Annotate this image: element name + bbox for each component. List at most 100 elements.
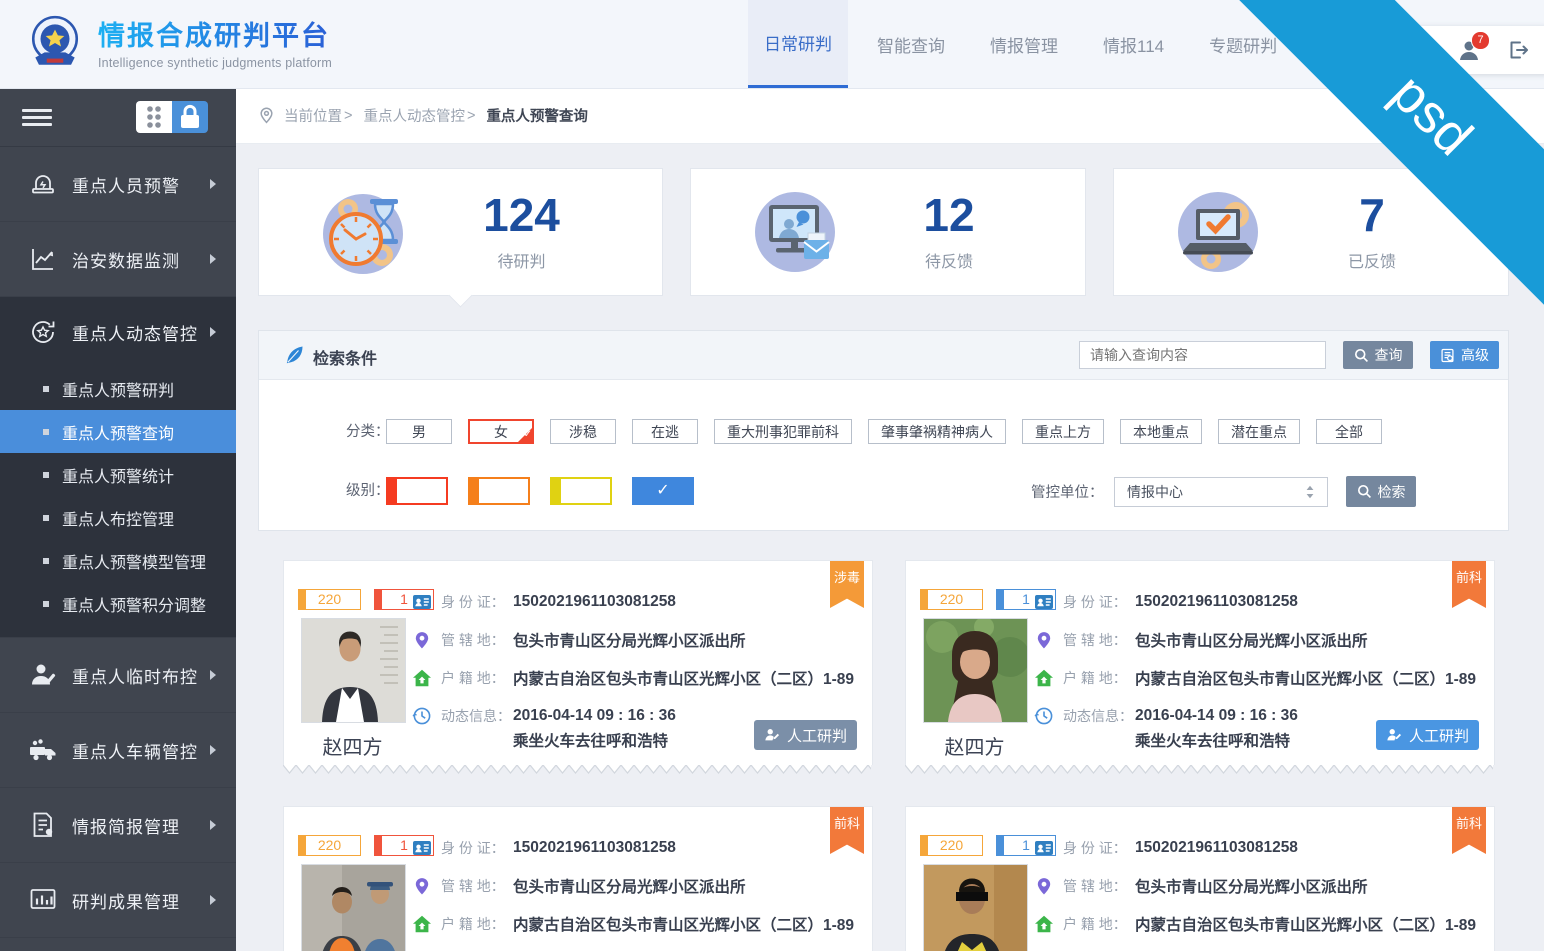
info-row-residence: 户 籍 地：内蒙古自治区包头市青山区光辉小区（二区）1-89 (412, 659, 854, 697)
stat-card-1[interactable]: 12待反馈 (690, 168, 1086, 296)
person-photo[interactable] (923, 618, 1028, 723)
location-pin-icon (258, 107, 275, 124)
manual-judgment-button[interactable]: 人工研判 (754, 720, 857, 750)
filter-title: 检索条件 (313, 345, 377, 369)
category-button-7[interactable]: 本地重点 (1120, 419, 1202, 444)
sidebar-subitem-2-1[interactable]: 重点人预警查询 (0, 410, 236, 453)
category-list: 男女涉稳在逃重大刑事犯罪前科肇事肇祸精神病人重点上方本地重点潜在重点全部 (386, 419, 1398, 444)
stat-label: 待反馈 (925, 248, 973, 272)
chevron-right-icon (210, 254, 216, 264)
category-button-1[interactable]: 女 (468, 419, 534, 444)
person-card-body: 2201赵四方身 份 证：1502021961103081258管 辖 地：包头… (905, 806, 1495, 951)
psd-watermark-label: psd (1379, 62, 1484, 167)
nav-tab-1[interactable]: 日常研判 (748, 0, 848, 88)
menu-toggle-icon[interactable] (22, 105, 52, 130)
home-icon (1034, 668, 1054, 688)
clock-icon (1034, 706, 1054, 726)
sidebar-item-label: 重点人车辆管控 (72, 738, 198, 763)
lock-icon[interactable] (172, 101, 208, 133)
dynamic-detail: 乘坐火车去往呼和浩特 (1135, 729, 1290, 751)
level-checkbox-3[interactable]: ✓ (632, 477, 694, 505)
query-button[interactable]: 查询 (1343, 341, 1413, 369)
chevron-right-icon (210, 670, 216, 680)
sidebar-item-1[interactable]: 治安数据监测 (0, 222, 236, 297)
category-button-0[interactable]: 男 (386, 419, 452, 444)
breadcrumb-parent[interactable]: 重点人动态管控 (363, 105, 465, 126)
field-label: 管 辖 地： (441, 876, 513, 896)
app-subtitle: Intelligence synthetic judgments platfor… (98, 56, 332, 70)
bullet-icon (43, 429, 49, 435)
sidebar-item-0[interactable]: 重点人员预警 (0, 147, 236, 222)
sidebar-item-label: 重点人临时布控 (72, 663, 198, 688)
category-button-5[interactable]: 肇事肇祸精神病人 (868, 419, 1006, 444)
unit-label: 管控单位： (1031, 481, 1104, 502)
sidebar-subitem-label: 重点人布控管理 (62, 506, 174, 530)
stat-label: 已反馈 (1348, 248, 1396, 272)
alarm-icon (28, 169, 58, 199)
sidebar: 重点人员预警治安数据监测重点人动态管控重点人预警研判重点人预警查询重点人预警统计… (0, 88, 236, 951)
nav-tab-3[interactable]: 情报管理 (974, 0, 1074, 88)
stat-value: 124 (483, 192, 560, 238)
grid-dots-icon[interactable] (136, 101, 172, 133)
category-button-4[interactable]: 重大刑事犯罪前科 (714, 419, 852, 444)
level-checkbox-2[interactable] (550, 477, 612, 505)
logout-icon[interactable] (1506, 38, 1530, 62)
dynamic-time: 2016-04-14 09 : 16 : 36 (1135, 707, 1298, 725)
sidebar-subitem-2-5[interactable]: 重点人预警积分调整 (0, 582, 236, 625)
id-card-icon (1034, 838, 1054, 858)
category-button-8[interactable]: 潜在重点 (1218, 419, 1300, 444)
search-button[interactable]: 检索 (1346, 476, 1416, 507)
person-cards: 2201赵四方身 份 证：1502021961103081258管 辖 地：包头… (283, 560, 1495, 951)
field-label: 管 辖 地： (441, 630, 513, 650)
bullet-icon (43, 515, 49, 521)
sidebar-item-5[interactable]: 情报简报管理 (0, 788, 236, 863)
person-photo[interactable] (301, 864, 406, 951)
category-button-9[interactable]: 全部 (1316, 419, 1382, 444)
card-zigzag-edge (283, 765, 871, 774)
category-button-3[interactable]: 在逃 (632, 419, 698, 444)
sidebar-subitem-2-0[interactable]: 重点人预警研判 (0, 367, 236, 410)
person-photo[interactable] (301, 618, 406, 723)
search-input[interactable] (1079, 341, 1326, 369)
sidebar-item-2[interactable]: 重点人动态管控 (0, 297, 236, 367)
sidebar-subitem-2-4[interactable]: 重点人预警模型管理 (0, 539, 236, 582)
level-color-bar (388, 479, 397, 503)
field-label: 管 辖 地： (1063, 876, 1135, 896)
app-root: 情报合成研判平台 Intelligence synthetic judgment… (0, 0, 1544, 951)
residence-value: 内蒙古自治区包头市青山区光辉小区（二区）1-89 (513, 913, 854, 935)
sidebar-subitem-2-2[interactable]: 重点人预警统计 (0, 453, 236, 496)
sidebar-subitem-2-3[interactable]: 重点人布控管理 (0, 496, 236, 539)
user-icon[interactable]: 7 (1457, 38, 1481, 62)
id-number: 1502021961103081258 (513, 839, 676, 857)
sidebar-item-6[interactable]: 研判成果管理 (0, 863, 236, 938)
filter-panel: 检索条件 查询 高级 分类： 男女涉稳在逃重大刑事犯罪前科肇事肇祸精神病人重点上… (258, 330, 1509, 531)
brand: 情报合成研判平台 Intelligence synthetic judgment… (26, 13, 332, 71)
nav-tab-2[interactable]: 智能查询 (861, 0, 961, 88)
category-button-2[interactable]: 涉稳 (550, 419, 616, 444)
sidebar-item-4[interactable]: 重点人车辆管控 (0, 713, 236, 788)
nav-tab-4[interactable]: 情报114 (1087, 0, 1180, 88)
level-checkbox-0[interactable] (386, 477, 448, 505)
info-row-dynamic: 动态信息：2016-04-14 09 : 16 : 36 (1034, 943, 1476, 951)
stat-card-0[interactable]: 124 待研判 (258, 168, 663, 296)
person-card-1: 2201赵四方身 份 证：1502021961103081258管 辖 地：包头… (905, 560, 1495, 774)
sidebar-item-3[interactable]: 重点人临时布控 (0, 638, 236, 713)
unit-select[interactable]: 情报中心 (1114, 477, 1328, 507)
id-card-icon (412, 592, 432, 612)
person-card-body: 2201赵四方身 份 证：1502021961103081258管 辖 地：包头… (283, 806, 873, 951)
breadcrumb-separator: > (467, 108, 475, 124)
person-card-3: 2201赵四方身 份 证：1502021961103081258管 辖 地：包头… (905, 806, 1495, 951)
manual-judgment-button[interactable]: 人工研判 (1376, 720, 1479, 750)
advanced-button[interactable]: 高级 (1430, 341, 1499, 369)
stat-label: 待研判 (497, 248, 545, 272)
info-row-id: 身 份 证：1502021961103081258 (412, 583, 854, 621)
sidebar-mode-toggle[interactable] (136, 101, 208, 133)
home-icon (1034, 914, 1054, 934)
person-photo[interactable] (923, 864, 1028, 951)
level-badge-bar (997, 836, 1004, 855)
info-row-id: 身 份 证：1502021961103081258 (412, 829, 854, 867)
level-label: 级别： (346, 478, 390, 504)
category-button-6[interactable]: 重点上方 (1022, 419, 1104, 444)
level-checkbox-1[interactable] (468, 477, 530, 505)
info-row-residence: 户 籍 地：内蒙古自治区包头市青山区光辉小区（二区）1-89 (1034, 905, 1476, 943)
